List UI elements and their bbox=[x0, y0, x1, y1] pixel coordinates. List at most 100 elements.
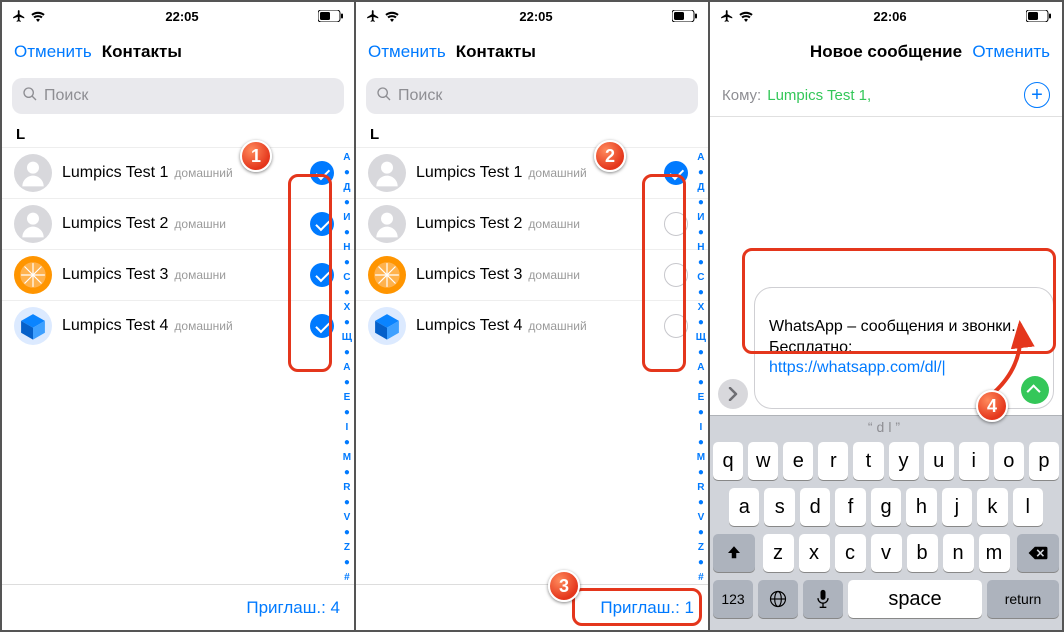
index-letter[interactable]: Е bbox=[698, 391, 705, 404]
index-bar[interactable]: А●Д●И●Н●С●Х●Щ●А●Е●I●М●R●V●Z●# bbox=[696, 147, 706, 584]
index-letter[interactable]: Н bbox=[697, 241, 704, 254]
index-letter[interactable]: R bbox=[697, 481, 704, 494]
key-x[interactable]: x bbox=[799, 534, 830, 572]
index-letter[interactable]: ● bbox=[344, 556, 350, 569]
index-letter[interactable]: # bbox=[698, 571, 704, 584]
key-g[interactable]: g bbox=[871, 488, 901, 526]
checkbox-unchecked[interactable] bbox=[664, 212, 688, 236]
index-bar[interactable]: А●Д●И●Н●С●Х●Щ●А●Е●I●М●R●V●Z●# bbox=[342, 147, 352, 584]
invite-button[interactable]: Приглаш.: 4 bbox=[2, 584, 354, 630]
index-letter[interactable]: ● bbox=[698, 496, 704, 509]
index-letter[interactable]: # bbox=[344, 571, 350, 584]
contact-row[interactable]: Lumpics Test 3домашни bbox=[356, 249, 708, 300]
checkbox-checked[interactable] bbox=[310, 212, 334, 236]
key-b[interactable]: b bbox=[907, 534, 938, 572]
key-c[interactable]: c bbox=[835, 534, 866, 572]
index-letter[interactable]: Д bbox=[343, 181, 350, 194]
index-letter[interactable]: Z bbox=[698, 541, 704, 554]
index-letter[interactable]: ● bbox=[698, 346, 704, 359]
index-letter[interactable]: И bbox=[697, 211, 704, 224]
checkbox-checked[interactable] bbox=[310, 263, 334, 287]
index-letter[interactable]: ● bbox=[698, 286, 704, 299]
key-o[interactable]: o bbox=[994, 442, 1024, 480]
key-z[interactable]: z bbox=[763, 534, 794, 572]
index-letter[interactable]: Н bbox=[343, 241, 350, 254]
key-a[interactable]: a bbox=[729, 488, 759, 526]
contact-row[interactable]: Lumpics Test 4домашний bbox=[356, 300, 708, 351]
checkbox-checked[interactable] bbox=[310, 314, 334, 338]
key-t[interactable]: t bbox=[853, 442, 883, 480]
key-v[interactable]: v bbox=[871, 534, 902, 572]
index-letter[interactable]: ● bbox=[344, 346, 350, 359]
index-letter[interactable]: ● bbox=[698, 526, 704, 539]
index-letter[interactable]: Х bbox=[344, 301, 351, 314]
key-w[interactable]: w bbox=[748, 442, 778, 480]
invite-button[interactable]: Приглаш.: 1 bbox=[356, 584, 708, 630]
return-key[interactable]: return bbox=[987, 580, 1059, 618]
message-input[interactable]: WhatsApp – сообщения и звонки. Бесплатно… bbox=[754, 287, 1054, 409]
index-letter[interactable]: М bbox=[697, 451, 705, 464]
index-letter[interactable]: ● bbox=[344, 196, 350, 209]
key-h[interactable]: h bbox=[906, 488, 936, 526]
cancel-button[interactable]: Отменить bbox=[368, 42, 446, 62]
index-letter[interactable]: Щ bbox=[342, 331, 352, 344]
index-letter[interactable]: ● bbox=[698, 256, 704, 269]
checkbox-unchecked[interactable] bbox=[664, 263, 688, 287]
key-n[interactable]: n bbox=[943, 534, 974, 572]
index-letter[interactable]: Z bbox=[344, 541, 350, 554]
index-letter[interactable]: С bbox=[343, 271, 350, 284]
cancel-button[interactable]: Отменить bbox=[14, 42, 92, 62]
expand-apps-button[interactable] bbox=[718, 379, 748, 409]
shift-key[interactable] bbox=[713, 534, 755, 572]
index-letter[interactable]: ● bbox=[698, 226, 704, 239]
index-letter[interactable]: ● bbox=[698, 166, 704, 179]
index-letter[interactable]: Щ bbox=[696, 331, 706, 344]
globe-key[interactable] bbox=[758, 580, 798, 618]
index-letter[interactable]: С bbox=[697, 271, 704, 284]
index-letter[interactable]: Х bbox=[698, 301, 705, 314]
index-letter[interactable]: ● bbox=[344, 376, 350, 389]
index-letter[interactable]: А bbox=[343, 151, 350, 164]
index-letter[interactable]: ● bbox=[698, 376, 704, 389]
index-letter[interactable]: R bbox=[343, 481, 350, 494]
key-i[interactable]: i bbox=[959, 442, 989, 480]
index-letter[interactable]: ● bbox=[698, 316, 704, 329]
index-letter[interactable]: А bbox=[697, 361, 704, 374]
contact-row[interactable]: Lumpics Test 3домашни bbox=[2, 249, 354, 300]
index-letter[interactable]: I bbox=[346, 421, 349, 434]
key-r[interactable]: r bbox=[818, 442, 848, 480]
index-letter[interactable]: ● bbox=[344, 286, 350, 299]
index-letter[interactable]: ● bbox=[344, 316, 350, 329]
key-y[interactable]: y bbox=[889, 442, 919, 480]
keyboard-suggestion[interactable]: “dl” bbox=[710, 415, 1062, 438]
numbers-key[interactable]: 123 bbox=[713, 580, 753, 618]
index-letter[interactable]: ● bbox=[344, 166, 350, 179]
index-letter[interactable]: ● bbox=[344, 496, 350, 509]
index-letter[interactable]: V bbox=[344, 511, 351, 524]
dictate-key[interactable] bbox=[803, 580, 843, 618]
index-letter[interactable]: И bbox=[343, 211, 350, 224]
backspace-key[interactable] bbox=[1017, 534, 1059, 572]
key-s[interactable]: s bbox=[764, 488, 794, 526]
search-input[interactable]: Поиск bbox=[12, 78, 344, 114]
space-key[interactable]: space bbox=[848, 580, 982, 618]
index-letter[interactable]: ● bbox=[698, 466, 704, 479]
checkbox-checked[interactable] bbox=[664, 161, 688, 185]
index-letter[interactable]: ● bbox=[344, 406, 350, 419]
key-p[interactable]: p bbox=[1029, 442, 1059, 480]
index-letter[interactable]: А bbox=[343, 361, 350, 374]
key-l[interactable]: l bbox=[1013, 488, 1043, 526]
key-m[interactable]: m bbox=[979, 534, 1010, 572]
key-k[interactable]: k bbox=[977, 488, 1007, 526]
recipient-row[interactable]: Кому: Lumpics Test 1, + bbox=[710, 74, 1062, 117]
index-letter[interactable]: ● bbox=[344, 436, 350, 449]
key-e[interactable]: e bbox=[783, 442, 813, 480]
checkbox-checked[interactable] bbox=[310, 161, 334, 185]
index-letter[interactable]: ● bbox=[344, 526, 350, 539]
key-q[interactable]: q bbox=[713, 442, 743, 480]
index-letter[interactable]: ● bbox=[698, 436, 704, 449]
index-letter[interactable]: ● bbox=[344, 466, 350, 479]
add-recipient-button[interactable]: + bbox=[1024, 82, 1050, 108]
key-f[interactable]: f bbox=[835, 488, 865, 526]
index-letter[interactable]: ● bbox=[344, 256, 350, 269]
